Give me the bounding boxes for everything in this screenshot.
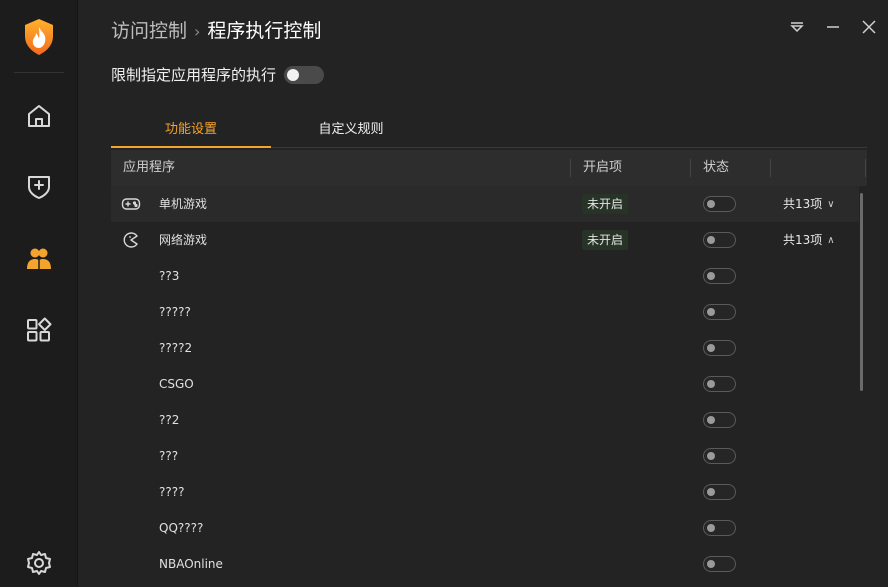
apps-icon (25, 316, 53, 348)
master-toggle-switch[interactable] (284, 65, 325, 84)
status-toggle[interactable] (703, 196, 736, 212)
minimize-button[interactable] (821, 16, 845, 40)
sidebar (0, 0, 78, 587)
status-toggle[interactable] (703, 268, 736, 284)
close-icon (862, 19, 876, 38)
toggle-knob (707, 380, 715, 388)
chevron-down-icon: ∨ (827, 199, 835, 210)
settings-icon (25, 549, 53, 581)
column-divider (690, 159, 691, 177)
tab-bar: 功能设置 自定义规则 (111, 114, 867, 148)
category-name: 网络游戏 (159, 233, 208, 247)
breadcrumb: 访问控制 › 程序执行控制 (111, 18, 321, 45)
app-name: ??? (159, 449, 179, 463)
toggle-knob (707, 488, 715, 496)
app-name: ????2 (159, 341, 193, 355)
minimize-icon (826, 19, 840, 38)
toggle-knob (707, 524, 715, 532)
status-toggle[interactable] (703, 520, 736, 536)
breadcrumb-separator-icon: › (194, 22, 201, 41)
toggle-knob (707, 344, 715, 352)
category-row-standalone-games[interactable]: 单机游戏 未开启 共13项 ∨ (111, 186, 859, 222)
app-name: ??2 (159, 413, 180, 427)
column-header-startup: 开启项 (583, 160, 623, 175)
close-button[interactable] (857, 16, 881, 40)
app-name: ????? (159, 305, 191, 319)
column-header-app: 应用程序 (123, 160, 176, 175)
table-row: QQ???? (111, 510, 859, 546)
dropdown-menu-icon (789, 19, 805, 38)
tab-custom-rules[interactable]: 自定义规则 (271, 114, 431, 148)
page-title: 程序执行控制 (207, 20, 322, 42)
expand-toggle[interactable]: 共13项 ∨ (783, 186, 835, 222)
users-icon (25, 244, 53, 276)
sidebar-item-access-control[interactable] (0, 230, 78, 290)
toggle-knob (707, 416, 715, 424)
item-count: 共13项 (783, 197, 823, 211)
app-name: ??3 (159, 269, 180, 283)
column-divider (570, 159, 571, 177)
status-toggle[interactable] (703, 556, 736, 572)
toggle-knob (707, 236, 715, 244)
status-toggle[interactable] (703, 448, 736, 464)
app-name: ???? (159, 485, 185, 499)
category-row-online-games[interactable]: 网络游戏 未开启 共13项 ∧ (111, 222, 859, 258)
tab-feature-settings[interactable]: 功能设置 (111, 114, 271, 148)
app-name: CSGO (159, 377, 194, 391)
startup-status-badge: 未开启 (582, 230, 629, 250)
sidebar-item-tools[interactable] (0, 302, 78, 362)
scrollbar[interactable] (860, 193, 863, 391)
table-row: CSGO (111, 366, 859, 402)
toggle-knob (707, 272, 715, 280)
sidebar-item-protection[interactable] (0, 158, 78, 218)
toggle-knob (707, 308, 715, 316)
item-count: 共13项 (783, 233, 823, 247)
column-divider (770, 159, 771, 177)
toggle-knob (707, 200, 715, 208)
collapse-toggle[interactable]: 共13项 ∧ (783, 222, 835, 258)
sidebar-divider (14, 72, 64, 73)
category-name: 单机游戏 (159, 197, 208, 211)
chevron-up-icon: ∧ (827, 235, 835, 246)
app-logo-icon (23, 18, 55, 56)
sidebar-item-settings[interactable] (0, 535, 78, 587)
table-row: ????2 (111, 330, 859, 366)
shield-plus-icon (25, 172, 53, 204)
master-toggle-row: 限制指定应用程序的执行 (111, 64, 325, 85)
master-toggle-label: 限制指定应用程序的执行 (111, 66, 277, 84)
table-header: 应用程序 开启项 状态 (111, 150, 867, 186)
status-toggle[interactable] (703, 340, 736, 356)
status-toggle[interactable] (703, 304, 736, 320)
table-row: ??3 (111, 258, 859, 294)
pacman-icon (121, 231, 141, 249)
home-icon (25, 102, 53, 134)
status-toggle[interactable] (703, 376, 736, 392)
status-toggle[interactable] (703, 232, 736, 248)
startup-status-badge: 未开启 (582, 194, 629, 214)
table-row: ??2 (111, 402, 859, 438)
table-row: ??? (111, 438, 859, 474)
status-toggle[interactable] (703, 412, 736, 428)
breadcrumb-parent[interactable]: 访问控制 (111, 20, 187, 42)
table-row: ???? (111, 474, 859, 510)
table-row: NBAOnline (111, 546, 859, 582)
toggle-knob (707, 452, 715, 460)
toggle-knob (287, 68, 300, 81)
app-name: QQ???? (159, 521, 204, 535)
table-row: ????? (111, 294, 859, 330)
gamepad-icon (121, 195, 141, 213)
menu-button[interactable] (785, 16, 809, 40)
column-header-status: 状态 (703, 160, 730, 175)
status-toggle[interactable] (703, 484, 736, 500)
sidebar-item-home[interactable] (0, 88, 78, 148)
app-name: NBAOnline (159, 557, 223, 571)
toggle-knob (707, 560, 715, 568)
column-divider (865, 159, 866, 177)
